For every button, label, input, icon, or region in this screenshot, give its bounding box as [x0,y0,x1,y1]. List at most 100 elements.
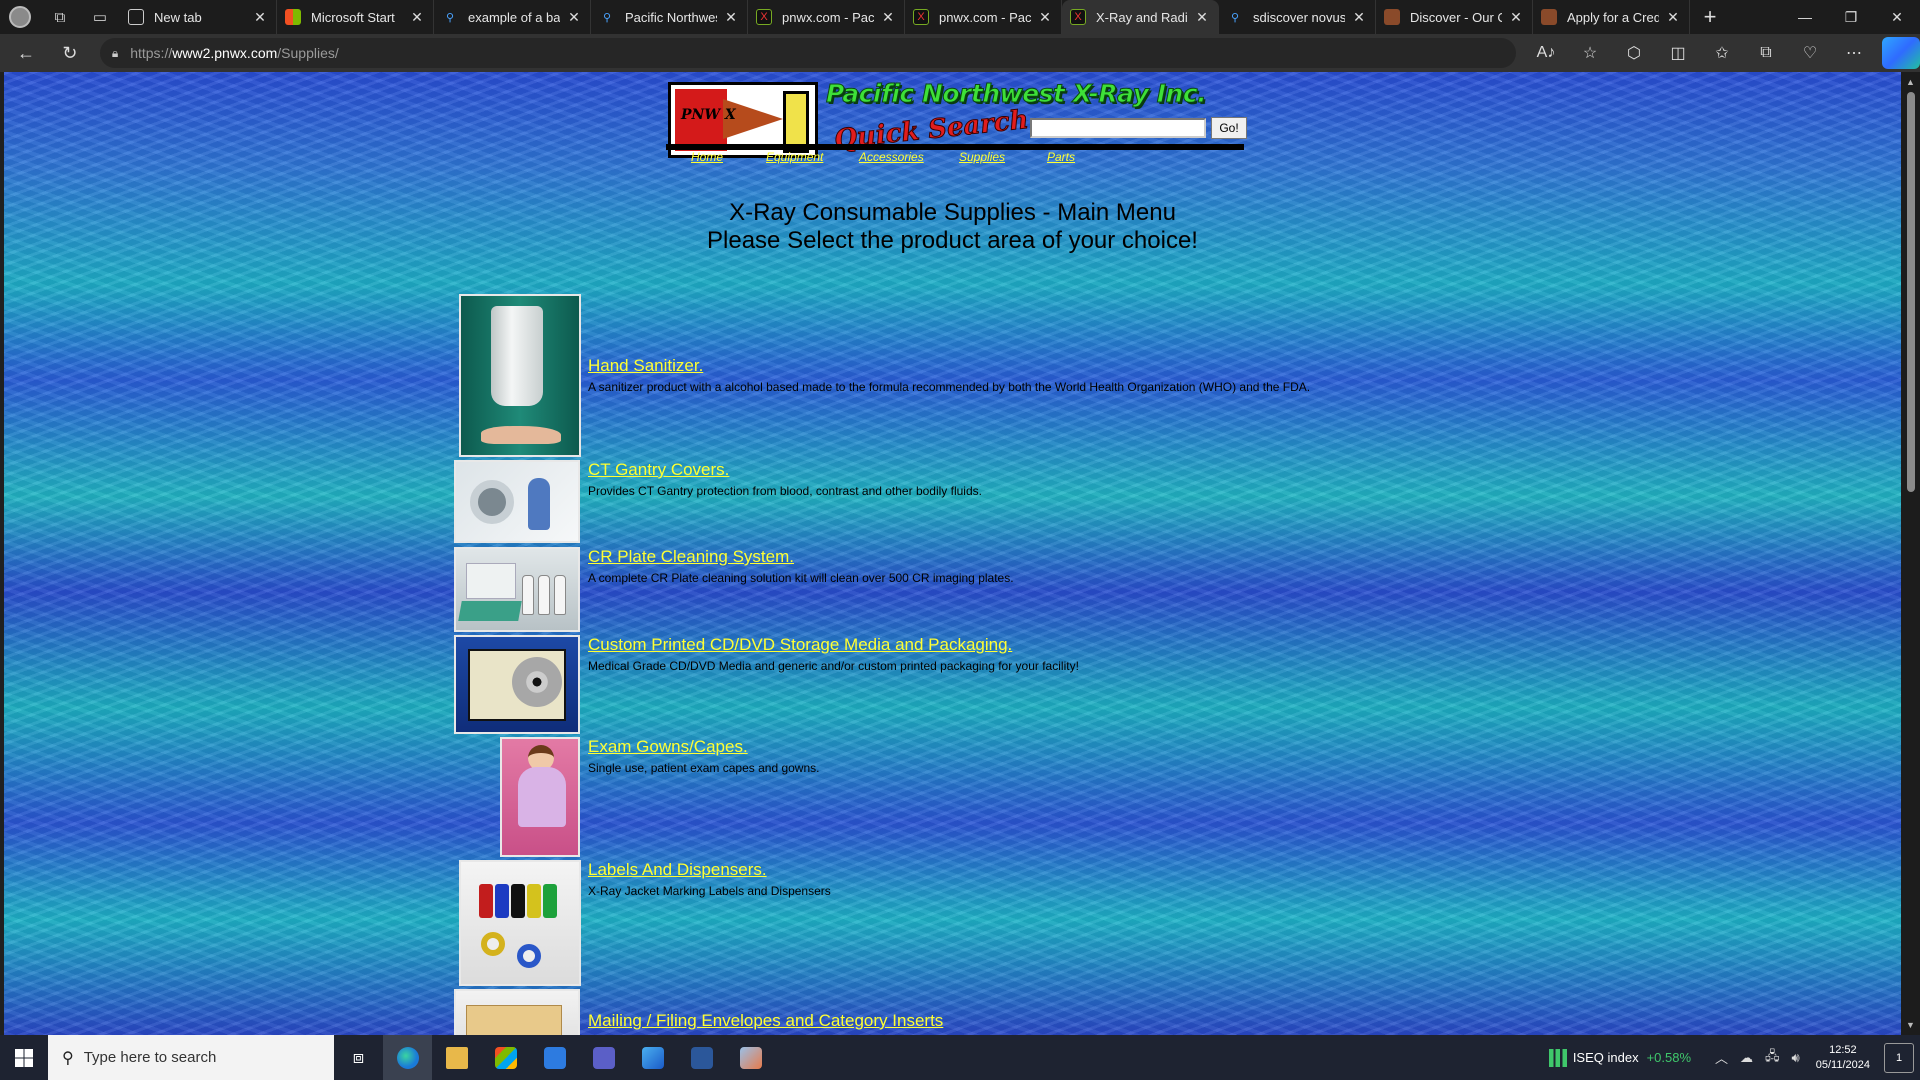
tab-title: X-Ray and Radiolo [1096,9,1188,25]
nav-equipment-link[interactable]: Equipment [766,150,823,164]
tab-actions-icon[interactable]: ▭ [80,0,120,34]
word-icon[interactable] [677,1035,726,1080]
exam-gown-image[interactable] [500,737,580,857]
close-icon[interactable]: ✕ [1037,9,1053,26]
search-input[interactable] [1030,118,1206,138]
volume-icon[interactable]: 🔊︎ [1792,1050,1800,1066]
envelopes-image[interactable] [454,989,580,1035]
network-icon[interactable]: 🖧︎ [1765,1047,1780,1069]
copilot-icon[interactable] [1876,37,1920,69]
chevron-up-icon[interactable]: ︿ [1715,1048,1728,1067]
more-menu-icon[interactable]: ⋯ [1832,37,1876,69]
product-description: Medical Grade CD/DVD Media and generic a… [588,659,1079,673]
close-window-icon[interactable]: ✕ [1874,0,1920,34]
notification-center-icon[interactable]: 1 [1884,1042,1914,1073]
tab-microsoft-start[interactable]: Microsoft Start ✕ [277,0,434,34]
cd-dvd-media-image[interactable] [454,635,580,734]
minimize-icon[interactable]: — [1782,0,1828,34]
start-button[interactable] [0,1035,48,1080]
go-button[interactable]: Go! [1211,117,1247,139]
tab-discover[interactable]: Discover - Our Co ✕ [1376,0,1533,34]
nav-accessories-link[interactable]: Accessories [859,150,924,164]
new-tab-button[interactable]: + [1690,0,1730,34]
search-icon: ⚲ [445,11,455,24]
url-path: /Supplies/ [277,45,339,61]
close-icon[interactable]: ✕ [409,9,425,26]
close-icon[interactable]: ✕ [252,9,268,26]
close-icon[interactable]: ✕ [723,9,739,26]
product-item: Custom Printed CD/DVD Storage Media and … [4,635,1901,734]
scroll-thumb[interactable] [1907,92,1915,492]
avatar [9,6,31,28]
tab-pnwx-1[interactable]: X pnwx.com - Pacific ✕ [748,0,905,34]
back-icon[interactable]: ← [8,37,44,69]
ct-gantry-image[interactable] [454,460,580,543]
tab-new-tab[interactable]: New tab ✕ [120,0,277,34]
favorites-icon[interactable]: ✩ [1700,37,1744,69]
close-icon[interactable]: ✕ [1194,9,1210,26]
hand-sanitizer-image[interactable] [459,294,581,457]
windows-icon [15,1048,33,1067]
split-screen-icon[interactable]: ◫ [1656,37,1700,69]
product-link-envelopes[interactable]: Mailing / Filing Envelopes and Category … [588,1011,943,1031]
tab-title: Microsoft Start [311,9,395,25]
product-link-ct-gantry[interactable]: CT Gantry Covers. [588,460,729,480]
product-link-cr-plate[interactable]: CR Plate Cleaning System. [588,547,794,567]
tab-pnwx-2[interactable]: X pnwx.com - Pacific ✕ [905,0,1062,34]
close-icon[interactable]: ✕ [1508,9,1524,26]
store-icon[interactable] [481,1035,530,1080]
extensions-icon[interactable]: ⬡ [1612,37,1656,69]
nav-supplies-link[interactable]: Supplies [959,150,1005,164]
task-view-icon[interactable]: ⧈ [334,1035,383,1080]
product-link-cd-dvd[interactable]: Custom Printed CD/DVD Storage Media and … [588,635,1012,655]
edge-icon[interactable] [383,1035,432,1080]
page-subtitle: Please Select the product area of your c… [707,227,1198,254]
nav-home-link[interactable]: Home [691,150,723,164]
browser-essentials-icon[interactable]: ♡ [1788,37,1832,69]
taskbar-search[interactable]: ⚲ Type here to search [48,1035,334,1080]
close-icon[interactable]: ✕ [566,9,582,26]
clock[interactable]: 12:52 05/11/2024 [1816,1043,1870,1073]
product-link-labels[interactable]: Labels And Dispensers. [588,860,767,880]
tab-xray-active[interactable]: X X-Ray and Radiolo ✕ [1062,0,1219,34]
logo-text: PNW X [681,107,736,123]
product-item: Labels And Dispensers. X-Ray Jacket Mark… [4,860,1901,986]
url-field[interactable]: 🔒︎ https://www2.pnwx.com/Supplies/ [99,38,1516,68]
favorite-star-icon[interactable]: ☆ [1568,37,1612,69]
product-link-exam-gowns[interactable]: Exam Gowns/Capes. [588,737,748,757]
photos-icon[interactable] [628,1035,677,1080]
search-icon: ⚲ [602,11,612,24]
file-explorer-icon[interactable] [432,1035,481,1080]
workspaces-icon[interactable]: ⧉ [40,0,80,34]
teams-icon[interactable] [579,1035,628,1080]
collections-icon[interactable]: ⧉ [1744,37,1788,69]
onedrive-icon[interactable]: ☁ [1740,1050,1753,1066]
stocks-widget[interactable]: ISEQ index +0.58% [1548,1048,1691,1067]
address-bar: ← ↻ 🔒︎ https://www2.pnwx.com/Supplies/ A… [0,34,1920,72]
tab-apply-credit[interactable]: Apply for a Credit ✕ [1533,0,1690,34]
page-title: X-Ray Consumable Supplies - Main Menu [729,199,1176,226]
mail-icon[interactable] [530,1035,579,1080]
profile-avatar[interactable] [0,0,40,34]
tab-search-pacific[interactable]: ⚲ Pacific Northwest ✕ [591,0,748,34]
tab-title: Pacific Northwest [625,9,717,25]
tab-sdiscover[interactable]: ⚲ sdiscover novus - ✕ [1219,0,1376,34]
search-icon: ⚲ [62,1049,74,1067]
nav-parts-link[interactable]: Parts [1047,150,1075,164]
page-scrollbar[interactable]: ▲ ▼ [1901,72,1920,1035]
close-icon[interactable]: ✕ [1665,9,1681,26]
read-aloud-icon[interactable]: A♪ [1524,37,1568,69]
tab-bar: ⧉ ▭ New tab ✕ Microsoft Start ✕ ⚲ exampl… [0,0,1920,34]
restore-icon[interactable]: ❐ [1828,0,1874,34]
scroll-up-icon[interactable]: ▲ [1901,74,1920,90]
close-icon[interactable]: ✕ [880,9,896,26]
microsoft-icon [285,9,301,25]
refresh-icon[interactable]: ↻ [52,37,88,69]
snipping-tool-icon[interactable] [726,1035,775,1080]
scroll-down-icon[interactable]: ▼ [1901,1017,1920,1033]
labels-dispenser-image[interactable] [459,860,581,986]
close-icon[interactable]: ✕ [1351,9,1367,26]
product-link-hand-sanitizer[interactable]: Hand Sanitizer. [588,356,703,376]
cr-plate-cleaning-image[interactable] [454,547,580,632]
tab-search-bad[interactable]: ⚲ example of a bad ✕ [434,0,591,34]
